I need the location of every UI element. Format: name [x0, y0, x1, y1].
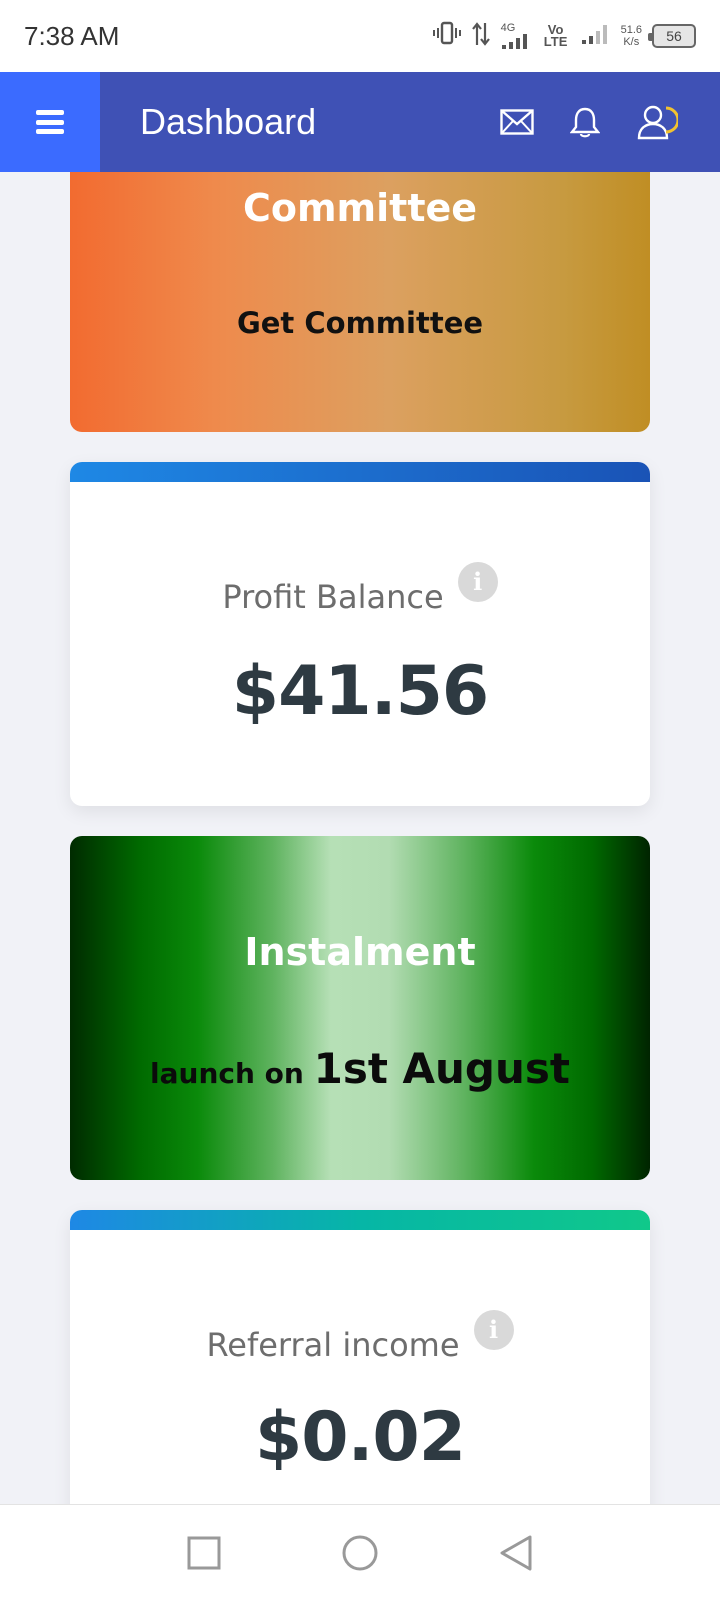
instalment-launch-text: launch on 1st August	[70, 1044, 650, 1093]
referral-label-row: Referral income i	[70, 1310, 650, 1364]
home-circle-icon[interactable]	[341, 1534, 379, 1572]
profit-balance-card: Profit Balance i $41.56	[70, 462, 650, 806]
signal-4g-icon: 4G	[501, 22, 531, 50]
instalment-title: Instalment	[244, 930, 476, 974]
profit-card-accent	[70, 462, 650, 482]
page-title: Dashboard	[140, 101, 317, 142]
back-triangle-icon[interactable]	[499, 1534, 533, 1572]
info-icon[interactable]: i	[473, 1310, 514, 1350]
referral-income-card: Referral income i $0.02	[70, 1210, 650, 1530]
net-speed-value: 51.6	[620, 24, 642, 36]
referral-card-accent	[70, 1210, 650, 1230]
battery-icon: 56	[648, 24, 696, 48]
launch-prefix: launch on	[150, 1057, 314, 1090]
status-indicators: 4G Vo LTE 51.6 K/s 56	[432, 20, 696, 52]
bell-icon[interactable]	[570, 106, 600, 138]
profit-balance-value: $41.56	[231, 652, 489, 731]
menu-button[interactable]	[0, 72, 100, 172]
profit-label-row: Profit Balance i	[70, 562, 650, 616]
volte-label: Vo LTE	[543, 22, 568, 49]
net-speed-unit: K/s	[623, 36, 640, 48]
recents-square-icon[interactable]	[187, 1536, 221, 1570]
vibrate-icon	[432, 20, 461, 52]
status-bar: 7:38 AM 4G Vo LTE 51.6 K/s 56	[0, 0, 720, 72]
referral-income-label: Referral income	[206, 1326, 460, 1364]
system-nav-bar	[0, 1504, 720, 1600]
info-icon[interactable]: i	[457, 562, 498, 602]
network-gen-label: 4G	[500, 22, 516, 34]
app-header: Dashboard	[0, 72, 720, 172]
menu-icon	[36, 110, 64, 134]
mail-icon[interactable]	[500, 109, 534, 135]
get-committee-button[interactable]: Get Committee	[70, 306, 650, 340]
data-arrows-icon	[471, 21, 491, 51]
committee-title: Committee	[242, 186, 478, 230]
signal-2-icon	[581, 23, 611, 49]
status-time: 7:38 AM	[24, 20, 120, 51]
launch-date: 1st August	[313, 1044, 570, 1093]
user-icon[interactable]	[636, 104, 678, 140]
committee-card[interactable]: Committee Get Committee	[70, 172, 650, 432]
profit-balance-label: Profit Balance	[222, 578, 444, 616]
net-speed: 51.6 K/s	[621, 24, 642, 48]
instalment-card: Instalment launch on 1st August	[70, 836, 650, 1180]
referral-income-value: $0.02	[254, 1398, 466, 1477]
battery-level: 56	[666, 28, 682, 44]
